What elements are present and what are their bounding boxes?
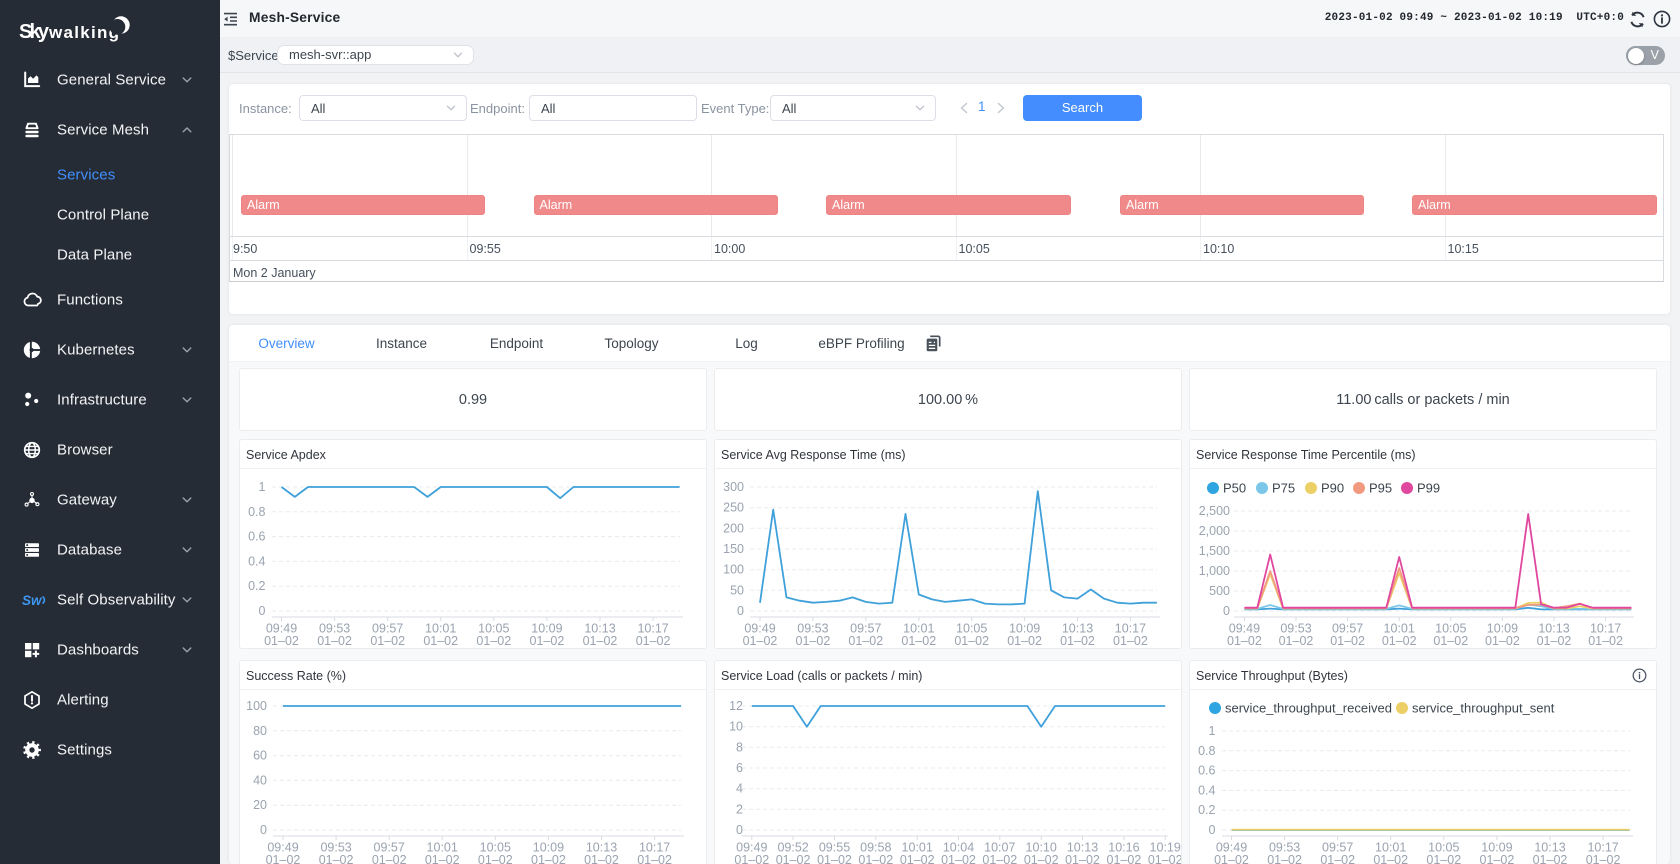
svg-text:300: 300 (723, 480, 744, 494)
svg-text:8: 8 (736, 740, 743, 754)
svg-text:01–02: 01–02 (584, 853, 619, 864)
svg-text:10: 10 (729, 720, 743, 734)
svg-text:40: 40 (253, 773, 267, 787)
svg-text:0.8: 0.8 (1198, 744, 1215, 758)
svg-text:80: 80 (253, 724, 267, 738)
svg-text:Sky: Sky (19, 21, 50, 43)
svg-text:01–02: 01–02 (637, 853, 672, 864)
svg-text:01–02: 01–02 (476, 634, 511, 648)
svg-text:01–02: 01–02 (858, 853, 893, 864)
svg-text:0: 0 (1209, 823, 1216, 837)
svg-text:01–02: 01–02 (372, 853, 407, 864)
svg-text:P75: P75 (1272, 481, 1295, 496)
svg-text:P50: P50 (1223, 481, 1246, 496)
svg-text:01–02: 01–02 (982, 853, 1017, 864)
svg-text:01–02: 01–02 (776, 853, 811, 864)
svg-text:01–02: 01–02 (266, 853, 301, 864)
svg-text:0: 0 (736, 823, 743, 837)
svg-text:0: 0 (737, 604, 744, 618)
svg-text:01–02: 01–02 (1586, 853, 1621, 864)
svg-text:2,500: 2,500 (1199, 504, 1230, 518)
svg-text:1: 1 (1209, 724, 1216, 738)
svg-text:01–02: 01–02 (901, 634, 936, 648)
svg-text:walking: walking (48, 23, 119, 42)
svg-text:P90: P90 (1321, 481, 1344, 496)
svg-text:50: 50 (730, 583, 744, 597)
svg-text:1,500: 1,500 (1199, 544, 1230, 558)
svg-text:01–02: 01–02 (1007, 634, 1042, 648)
svg-text:01–02: 01–02 (370, 634, 405, 648)
svg-text:01–02: 01–02 (636, 634, 671, 648)
svg-text:01–02: 01–02 (900, 853, 935, 864)
svg-text:0.8: 0.8 (248, 505, 265, 519)
svg-text:01–02: 01–02 (530, 634, 565, 648)
svg-text:60: 60 (253, 749, 267, 763)
svg-text:01–02: 01–02 (1065, 853, 1100, 864)
svg-text:P95: P95 (1369, 481, 1392, 496)
svg-text:01–02: 01–02 (1320, 853, 1355, 864)
svg-text:0.6: 0.6 (248, 530, 265, 544)
svg-text:1: 1 (259, 480, 266, 494)
svg-text:2,000: 2,000 (1199, 524, 1230, 538)
svg-text:0.2: 0.2 (248, 579, 265, 593)
svg-text:01–02: 01–02 (941, 853, 976, 864)
svg-text:01–02: 01–02 (954, 634, 989, 648)
svg-text:01–02: 01–02 (1107, 853, 1142, 864)
svg-text:0: 0 (1223, 604, 1230, 618)
svg-text:01–02: 01–02 (1433, 634, 1468, 648)
svg-text:200: 200 (723, 521, 744, 535)
svg-text:01–02: 01–02 (734, 853, 769, 864)
svg-text:01–02: 01–02 (1485, 634, 1520, 648)
svg-text:100: 100 (246, 699, 267, 713)
svg-text:01–02: 01–02 (423, 634, 458, 648)
svg-text:250: 250 (723, 501, 744, 515)
svg-text:01–02: 01–02 (478, 853, 513, 864)
svg-text:01–02: 01–02 (1024, 853, 1059, 864)
svg-text:01–02: 01–02 (1330, 634, 1365, 648)
svg-text:P99: P99 (1417, 481, 1440, 496)
svg-text:01–02: 01–02 (1533, 853, 1568, 864)
svg-text:01–02: 01–02 (1267, 853, 1302, 864)
svg-text:01–02: 01–02 (531, 853, 566, 864)
svg-text:01–02: 01–02 (817, 853, 852, 864)
svg-text:service_throughput_received: service_throughput_received (1225, 701, 1392, 716)
svg-text:500: 500 (1209, 584, 1230, 598)
svg-text:01–02: 01–02 (425, 853, 460, 864)
svg-text:01–02: 01–02 (796, 634, 831, 648)
svg-text:12: 12 (729, 699, 743, 713)
svg-text:01–02: 01–02 (743, 634, 778, 648)
svg-text:20: 20 (253, 798, 267, 812)
svg-text:01–02: 01–02 (1113, 634, 1148, 648)
svg-text:01–02: 01–02 (848, 634, 883, 648)
svg-text:0: 0 (260, 823, 267, 837)
svg-text:01–02: 01–02 (1279, 634, 1314, 648)
svg-text:01–02: 01–02 (264, 634, 299, 648)
svg-text:01–02: 01–02 (1426, 853, 1461, 864)
svg-text:0.4: 0.4 (1198, 783, 1215, 797)
svg-text:service_throughput_sent: service_throughput_sent (1412, 701, 1555, 716)
svg-text:1,000: 1,000 (1199, 564, 1230, 578)
svg-text:01–02: 01–02 (583, 634, 618, 648)
svg-text:01–02: 01–02 (1373, 853, 1408, 864)
svg-text:01–02: 01–02 (319, 853, 354, 864)
svg-text:01–02: 01–02 (1227, 634, 1262, 648)
svg-text:0.6: 0.6 (1198, 764, 1215, 778)
svg-text:0: 0 (259, 604, 266, 618)
svg-text:0.4: 0.4 (248, 554, 265, 568)
svg-text:01–02: 01–02 (1148, 853, 1181, 864)
svg-text:01–02: 01–02 (1480, 853, 1515, 864)
svg-text:150: 150 (723, 542, 744, 556)
svg-text:4: 4 (736, 782, 743, 796)
svg-text:01–02: 01–02 (1214, 853, 1249, 864)
svg-text:01–02: 01–02 (1537, 634, 1572, 648)
svg-text:01–02: 01–02 (1060, 634, 1095, 648)
svg-text:0.2: 0.2 (1198, 803, 1215, 817)
svg-text:01–02: 01–02 (1588, 634, 1623, 648)
svg-text:01–02: 01–02 (1382, 634, 1417, 648)
svg-text:6: 6 (736, 761, 743, 775)
svg-text:100: 100 (723, 563, 744, 577)
svg-text:01–02: 01–02 (317, 634, 352, 648)
svg-text:2: 2 (736, 802, 743, 816)
svg-text:Sw: Sw (22, 593, 43, 608)
